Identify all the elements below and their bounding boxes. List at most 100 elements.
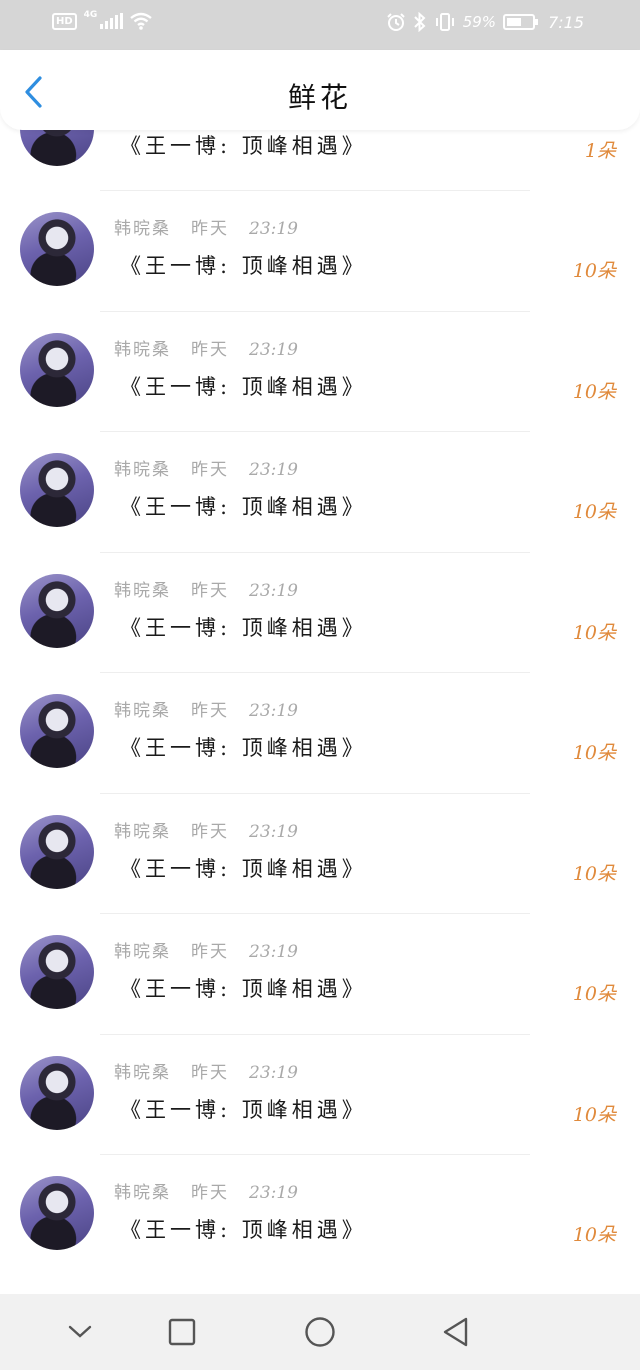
row-divider (100, 1154, 530, 1155)
send-time: 23:19 (249, 942, 298, 962)
status-bar: HD 4G 59% 7:15 (0, 0, 640, 50)
gift-title: 《王一博: 顶峰相遇》 (120, 374, 367, 399)
signal-icon (100, 13, 124, 29)
send-day: 昨天 (191, 942, 229, 962)
avatar[interactable] (20, 332, 94, 407)
gift-title: 《王一博: 顶峰相遇》 (120, 1097, 367, 1122)
list-item[interactable]: 韩晥桑 昨天 23:19 《王一博: 顶峰相遇》 10朵 (0, 310, 640, 431)
row-meta: 韩晥桑 昨天 23:19 (114, 696, 298, 721)
row-meta: 韩晥桑 昨天 23:19 (114, 335, 298, 360)
gift-title: 《王一博: 顶峰相遇》 (120, 1218, 367, 1242)
send-day: 昨天 (191, 701, 229, 721)
send-time: 23:19 (249, 1183, 298, 1203)
row-meta: 韩晥桑 昨天 23:19 (114, 1178, 298, 1203)
list-item[interactable]: 韩晥桑 昨天 23:19 《王一博: 顶峰相遇》 10朵 (0, 551, 640, 672)
flower-count: 10朵 (572, 1224, 616, 1246)
wifi-icon (130, 12, 153, 30)
collapse-chevron-icon (68, 1325, 92, 1338)
row-divider (100, 431, 530, 432)
gift-title: 《王一博: 顶峰相遇》 (120, 134, 367, 158)
flower-count: 10朵 (572, 621, 616, 644)
battery-level-fill (507, 18, 522, 26)
send-time: 23:19 (249, 821, 298, 842)
network-type: 4G (83, 10, 98, 20)
bluetooth-icon (414, 12, 426, 32)
row-divider (100, 792, 530, 794)
flower-count: 10朵 (572, 260, 616, 282)
list-item[interactable]: 韩晥桑 昨天 23:19 《王一博: 顶峰相遇》 10朵 (0, 1033, 640, 1154)
system-nav-bar (0, 1294, 640, 1370)
sender-name: 韩晥桑 (114, 460, 171, 480)
avatar[interactable] (20, 814, 94, 889)
collapse-button[interactable] (58, 1310, 102, 1354)
sender-name: 韩晥桑 (114, 942, 171, 962)
send-day: 昨天 (191, 1062, 229, 1083)
status-time: 7:15 (548, 12, 584, 32)
send-time: 23:19 (249, 339, 298, 360)
gift-title: 《王一博: 顶峰相遇》 (120, 615, 367, 640)
hd-badge: HD (52, 12, 77, 30)
home-circle-icon (305, 1317, 335, 1347)
flower-count: 10朵 (572, 1103, 616, 1126)
send-day: 昨天 (191, 460, 229, 480)
list-item[interactable]: 韩晥桑 昨天 23:19 《王一博: 顶峰相遇》 10朵 (0, 431, 640, 551)
avatar[interactable] (20, 1176, 94, 1250)
row-divider (100, 913, 530, 914)
page-title: 鲜花 (287, 81, 352, 114)
avatar[interactable] (20, 573, 94, 648)
send-time: 23:19 (249, 1062, 298, 1083)
flower-count: 10朵 (572, 380, 616, 403)
flower-count: 10朵 (572, 983, 616, 1005)
sender-name: 韩晥桑 (114, 1183, 171, 1203)
list-item[interactable]: 韩晥桑 昨天 23:19 《王一博: 顶峰相遇》 10朵 (0, 792, 640, 913)
send-day: 昨天 (191, 580, 229, 601)
avatar[interactable] (20, 212, 94, 286)
system-back-button[interactable] (434, 1310, 478, 1354)
avatar[interactable] (20, 1055, 94, 1130)
list-item[interactable]: 韩晥桑 昨天 23:19 《王一博: 顶峰相遇》 10朵 (0, 1154, 640, 1274)
sender-name: 韩晥桑 (114, 821, 171, 842)
row-meta: 韩晥桑 昨天 23:19 (114, 455, 298, 480)
recent-apps-button[interactable] (160, 1310, 204, 1354)
send-time: 23:19 (249, 701, 298, 721)
send-day: 昨天 (191, 821, 229, 842)
avatar[interactable] (20, 935, 94, 1009)
send-day: 昨天 (191, 1183, 229, 1203)
flower-count: 10朵 (572, 862, 616, 885)
row-meta: 韩晥桑 昨天 23:19 (114, 214, 298, 239)
sender-name: 韩晥桑 (114, 580, 171, 601)
row-divider (100, 190, 530, 191)
sender-name: 韩晥桑 (114, 701, 171, 721)
row-meta: 韩晥桑 昨天 23:19 (114, 1058, 298, 1083)
recent-apps-square-icon (168, 1318, 196, 1346)
row-meta: 韩晥桑 昨天 23:19 (114, 817, 298, 842)
avatar[interactable] (20, 694, 94, 768)
app-header: 鲜花 (0, 50, 640, 130)
alarm-icon (387, 13, 405, 31)
send-day: 昨天 (191, 219, 229, 239)
flower-count: 10朵 (572, 742, 616, 764)
gift-title: 《王一博: 顶峰相遇》 (120, 254, 367, 278)
list-item[interactable]: 韩晥桑 昨天 23:19 《王一博: 顶峰相遇》 10朵 (0, 190, 640, 310)
avatar[interactable] (20, 453, 94, 527)
row-divider (100, 551, 530, 553)
gift-title: 《王一博: 顶峰相遇》 (120, 736, 367, 760)
row-meta: 韩晥桑 昨天 23:19 (114, 937, 298, 962)
send-time: 23:19 (249, 580, 298, 601)
send-time: 23:19 (249, 219, 298, 239)
send-day: 昨天 (191, 339, 229, 360)
row-divider (100, 1033, 530, 1035)
home-button[interactable] (298, 1310, 342, 1354)
list-item[interactable]: 韩晥桑 昨天 23:19 《王一博: 顶峰相遇》 10朵 (0, 913, 640, 1033)
sender-name: 韩晥桑 (114, 1062, 171, 1083)
sender-name: 韩晥桑 (114, 219, 171, 239)
row-meta: 韩晥桑 昨天 23:19 (114, 576, 298, 601)
status-right: 59% 7:15 (386, 12, 584, 32)
gift-title: 《王一博: 顶峰相遇》 (120, 856, 367, 881)
gift-title: 《王一博: 顶峰相遇》 (120, 495, 367, 519)
gift-title: 《王一博: 顶峰相遇》 (120, 977, 367, 1001)
row-divider (100, 672, 530, 673)
status-left: HD 4G (52, 10, 153, 30)
list-item[interactable]: 韩晥桑 昨天 23:19 《王一博: 顶峰相遇》 10朵 (0, 672, 640, 792)
sender-name: 韩晥桑 (114, 339, 171, 360)
